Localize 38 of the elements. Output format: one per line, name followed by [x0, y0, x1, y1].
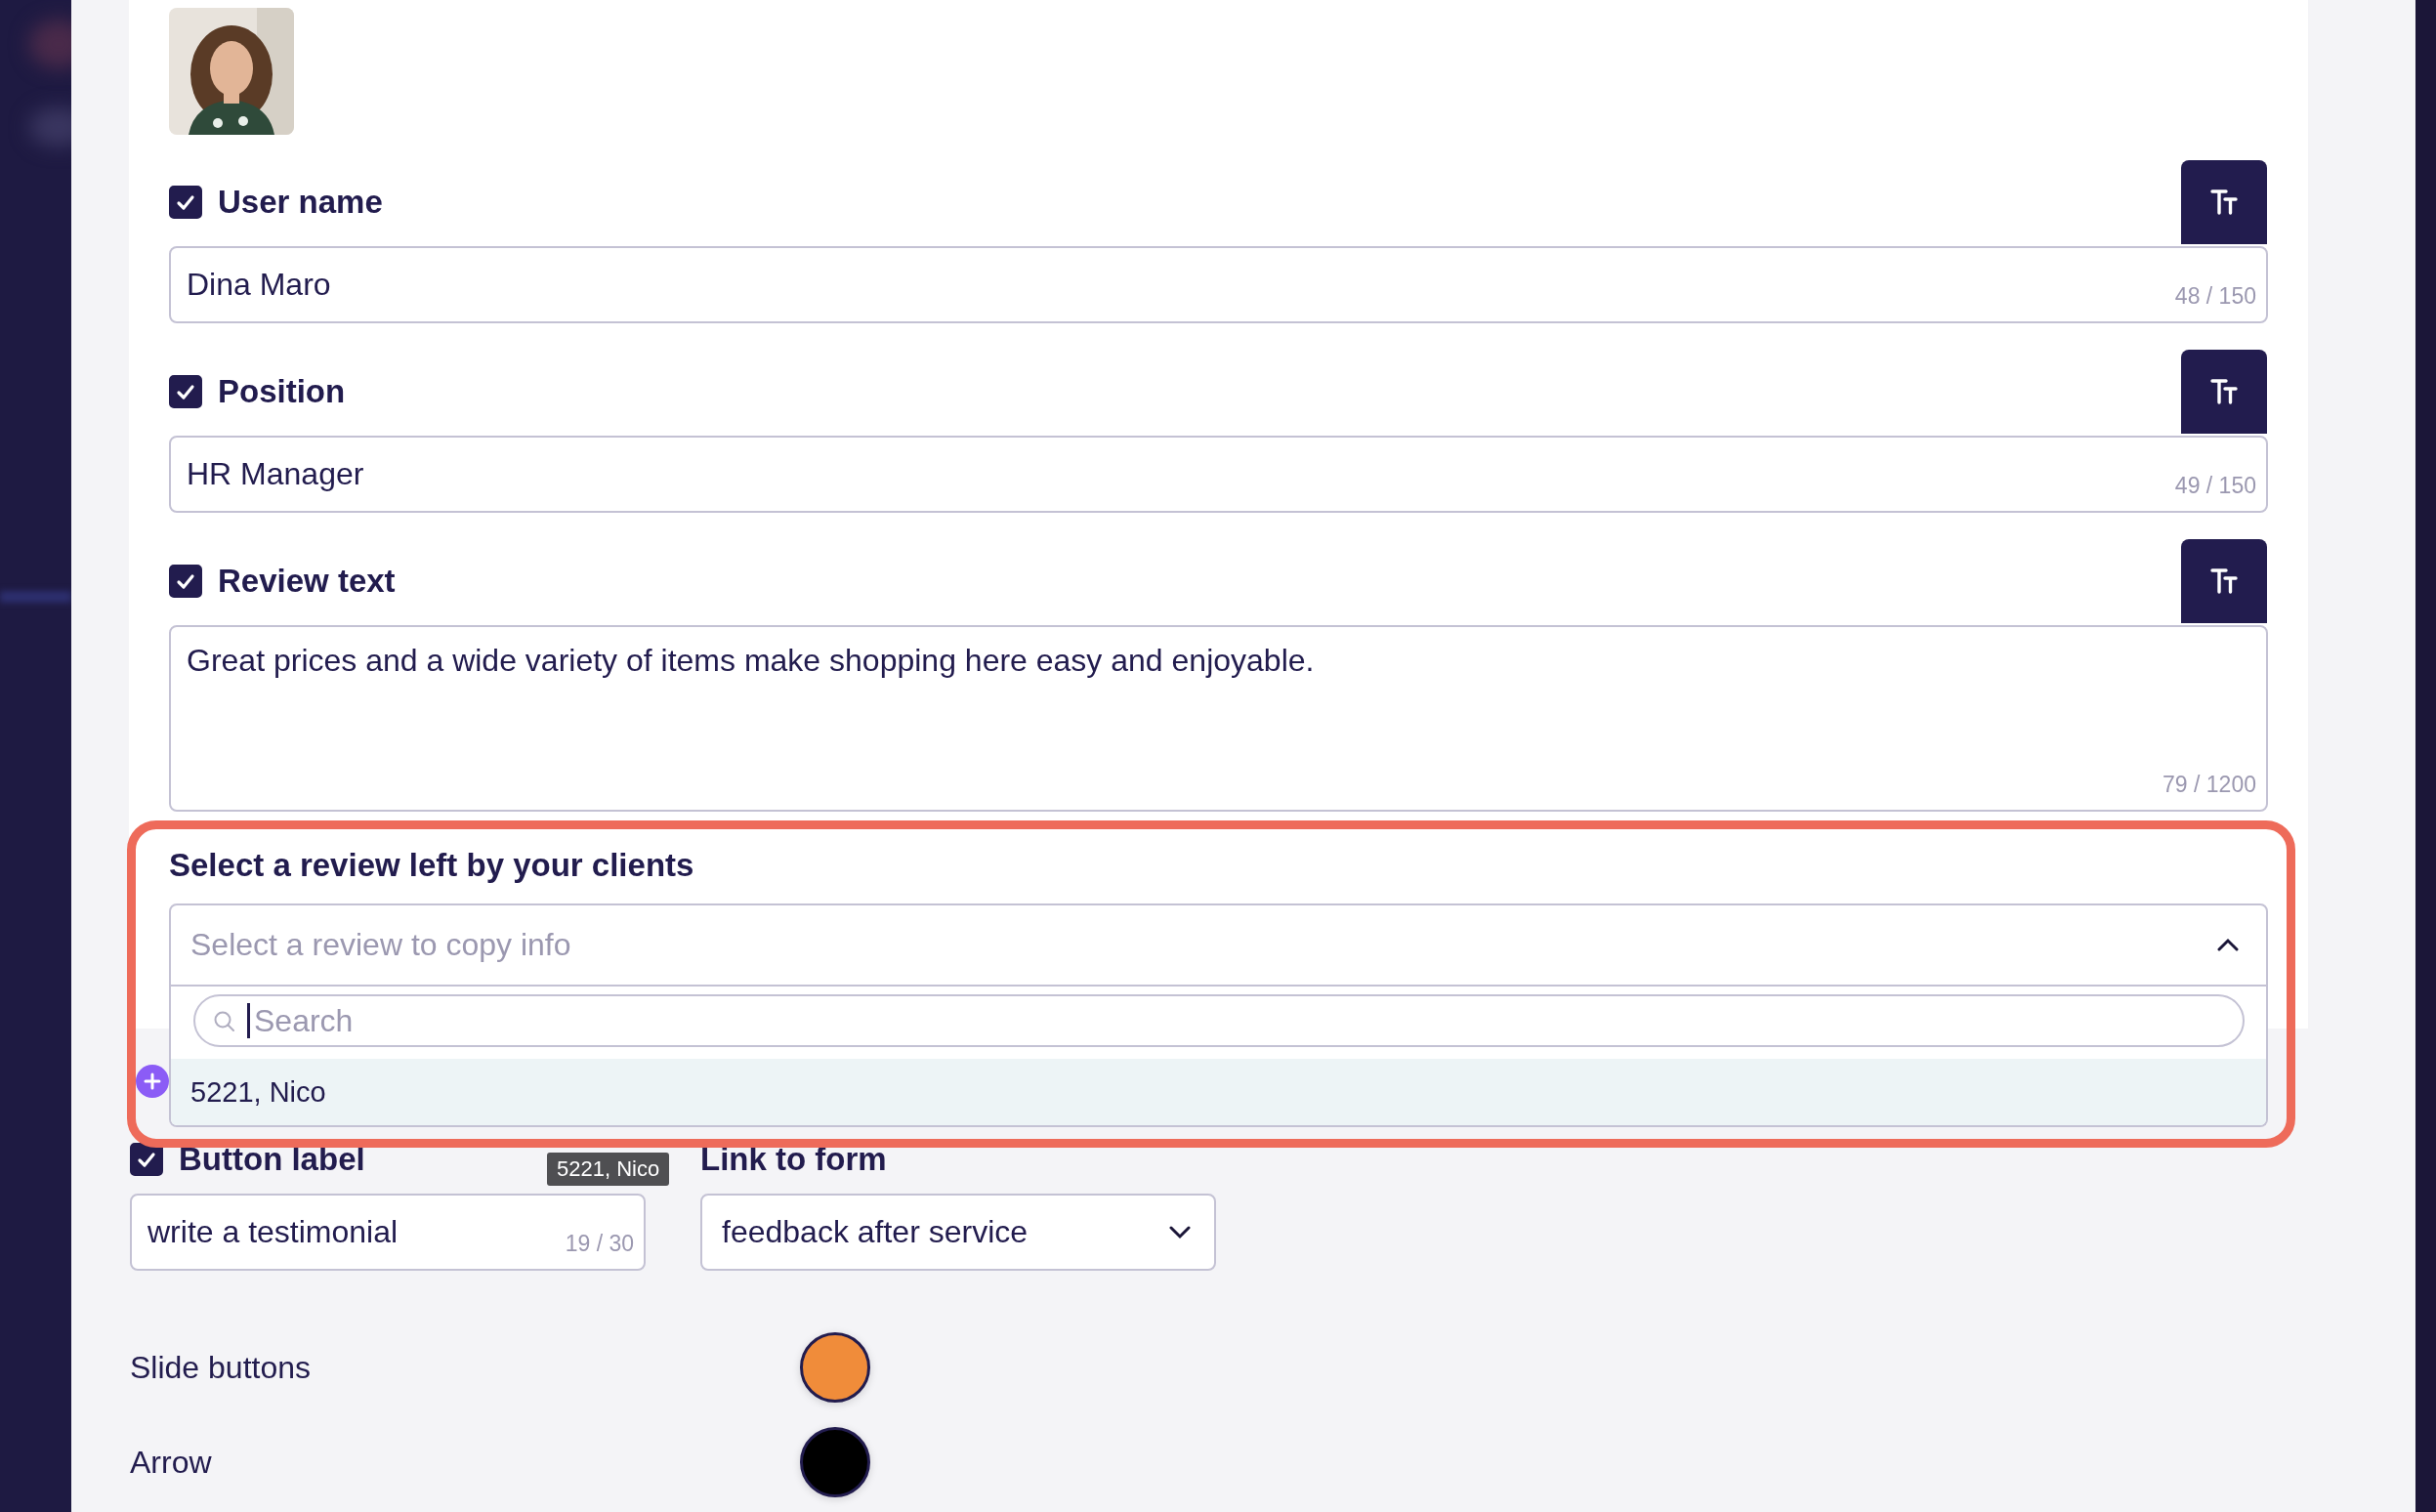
text-size-icon	[2210, 379, 2238, 404]
check-icon	[136, 1150, 157, 1169]
field-label: Select a review left by your clients	[169, 846, 695, 885]
tooltip: 5221, Nico	[547, 1153, 670, 1186]
character-counter: 49 / 150	[2174, 473, 2256, 499]
text-size-icon	[2210, 568, 2238, 594]
character-counter: 19 / 30	[565, 1231, 634, 1257]
text-style-button[interactable]	[2181, 539, 2267, 623]
dropdown[interactable]: feedback after service	[700, 1194, 1216, 1271]
checkbox[interactable]	[169, 186, 202, 219]
checkbox[interactable]	[130, 1143, 163, 1176]
field-label: User name	[218, 183, 383, 222]
search-field[interactable]: Search	[193, 994, 2245, 1047]
character-counter: 48 / 150	[2174, 283, 2256, 310]
field-label: Review text	[218, 562, 396, 601]
text-size-icon	[2210, 189, 2238, 215]
check-icon	[175, 192, 196, 212]
checkbox[interactable]	[169, 375, 202, 408]
chevron-up-icon	[2217, 938, 2239, 952]
plus-icon	[143, 1071, 162, 1091]
search-icon	[213, 1010, 234, 1031]
color-label: Arrow	[130, 1444, 213, 1481]
dropdown-option[interactable]: 5221, Nico	[171, 1059, 2266, 1125]
checkbox[interactable]	[169, 565, 202, 598]
color-swatch[interactable]	[800, 1427, 870, 1497]
color-label: Slide buttons	[130, 1349, 312, 1386]
field-label: Button label	[179, 1140, 365, 1179]
character-counter: 79 / 1200	[2163, 772, 2256, 798]
check-icon	[175, 571, 196, 591]
text-style-button[interactable]	[2181, 160, 2267, 244]
color-swatch[interactable]	[800, 1332, 870, 1403]
add-button[interactable]	[136, 1065, 169, 1098]
chevron-down-icon	[1169, 1225, 1191, 1239]
field-label: Position	[218, 372, 346, 411]
text-style-button[interactable]	[2181, 350, 2267, 434]
field-label: Link to form	[700, 1140, 887, 1179]
text-cursor	[247, 1003, 250, 1038]
check-icon	[175, 382, 196, 401]
